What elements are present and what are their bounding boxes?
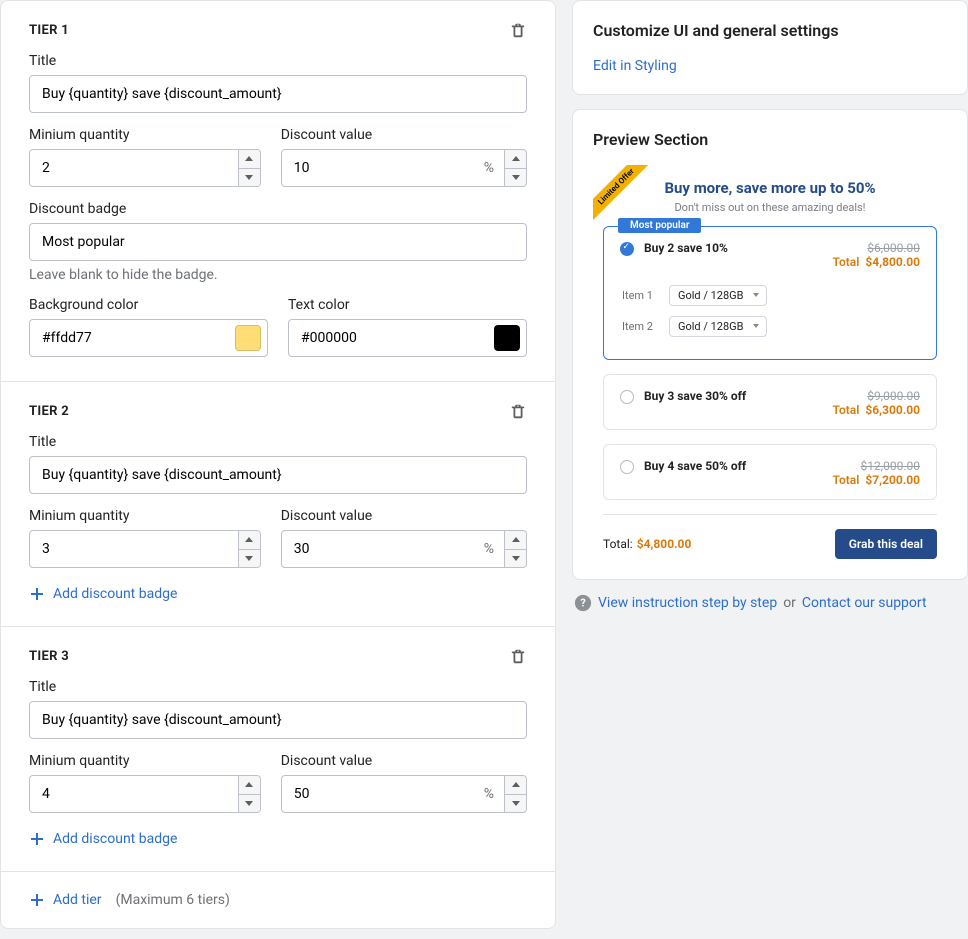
text-color-input[interactable] bbox=[288, 319, 527, 357]
preview-option-2[interactable]: Buy 3 save 30% off $9,000.00 Total$6,300… bbox=[603, 374, 937, 430]
discount-value-input[interactable]: % bbox=[281, 149, 527, 187]
option-total: $6,300.00 bbox=[865, 403, 920, 417]
title-label: Title bbox=[29, 53, 527, 69]
bg-color-label: Background color bbox=[29, 297, 268, 313]
plus-icon bbox=[29, 586, 45, 602]
plus-icon bbox=[29, 831, 45, 847]
help-icon: ? bbox=[574, 594, 592, 612]
spinner-up-icon[interactable] bbox=[505, 776, 526, 795]
badge-hint: Leave blank to hide the badge. bbox=[29, 267, 527, 283]
variant-select[interactable]: Gold / 128GB bbox=[669, 285, 767, 306]
tiers-footer: Add tier (Maximum 6 tiers) bbox=[1, 871, 555, 928]
preview-card: Preview Section Limited Offer Buy more, … bbox=[572, 109, 968, 580]
edit-styling-link[interactable]: Edit in Styling bbox=[593, 58, 677, 74]
spinner-up-icon[interactable] bbox=[239, 531, 260, 550]
spinner-down-icon[interactable] bbox=[505, 550, 526, 568]
color-swatch[interactable] bbox=[494, 325, 520, 351]
spinner-up-icon[interactable] bbox=[505, 531, 526, 550]
discount-value-label: Discount value bbox=[281, 127, 527, 143]
grab-deal-button[interactable]: Grab this deal bbox=[835, 529, 937, 559]
trash-icon[interactable] bbox=[509, 647, 527, 665]
tier-block-2: TIER 2 Title Minium quantity Discount va… bbox=[1, 381, 555, 626]
min-qty-label: Minium quantity bbox=[29, 127, 261, 143]
color-swatch[interactable] bbox=[235, 325, 261, 351]
discount-value-label: Discount value bbox=[281, 508, 527, 524]
preview-option-3[interactable]: Buy 4 save 50% off $12,000.00 Total$7,20… bbox=[603, 444, 937, 500]
customize-heading: Customize UI and general settings bbox=[593, 21, 947, 40]
option-strike: $6,000.00 bbox=[833, 241, 921, 255]
min-qty-label: Minium quantity bbox=[29, 508, 261, 524]
radio-icon bbox=[620, 390, 634, 404]
plus-icon bbox=[29, 892, 45, 908]
preview-badge: Most popular bbox=[618, 218, 701, 233]
option-label: Buy 3 save 30% off bbox=[644, 389, 823, 403]
badge-label: Discount badge bbox=[29, 201, 527, 217]
variant-select[interactable]: Gold / 128GB bbox=[669, 316, 767, 337]
title-input[interactable] bbox=[29, 75, 527, 113]
radio-icon bbox=[620, 460, 634, 474]
spinner-down-icon[interactable] bbox=[239, 169, 260, 187]
tier-heading: TIER 1 bbox=[29, 23, 69, 38]
spinner-down-icon[interactable] bbox=[505, 169, 526, 187]
title-label: Title bbox=[29, 434, 527, 450]
option-label: Buy 2 save 10% bbox=[644, 241, 823, 255]
radio-checked-icon bbox=[620, 242, 634, 256]
tier-block-1: TIER 1 Title Minium quantity Discount va… bbox=[1, 1, 555, 381]
min-qty-input[interactable] bbox=[29, 530, 261, 568]
trash-icon[interactable] bbox=[509, 21, 527, 39]
preview-heading: Preview Section bbox=[593, 130, 947, 149]
tiers-panel: TIER 1 Title Minium quantity Discount va… bbox=[0, 0, 556, 929]
option-total: $4,800.00 bbox=[865, 255, 920, 269]
option-strike: $9,000.00 bbox=[833, 389, 921, 403]
preview-item-row: Item 1 Gold / 128GB bbox=[622, 285, 920, 306]
option-strike: $12,000.00 bbox=[833, 459, 921, 473]
preview-footer-total: Total:$4,800.00 bbox=[603, 537, 691, 551]
discount-value-input[interactable]: % bbox=[281, 775, 527, 813]
add-discount-badge-button[interactable]: Add discount badge bbox=[29, 831, 527, 847]
max-tiers-text: (Maximum 6 tiers) bbox=[116, 892, 230, 908]
preview-box: Limited Offer Buy more, save more up to … bbox=[593, 165, 947, 559]
preview-item-row: Item 2 Gold / 128GB bbox=[622, 316, 920, 337]
help-row: ? View instruction step by step or Conta… bbox=[572, 594, 968, 612]
spinner-down-icon[interactable] bbox=[239, 550, 260, 568]
bg-color-input[interactable] bbox=[29, 319, 268, 357]
option-label: Buy 4 save 50% off bbox=[644, 459, 823, 473]
title-input[interactable] bbox=[29, 456, 527, 494]
spinner-down-icon[interactable] bbox=[505, 795, 526, 813]
svg-text:?: ? bbox=[580, 597, 585, 610]
spinner-up-icon[interactable] bbox=[239, 150, 260, 169]
spinner-up-icon[interactable] bbox=[505, 150, 526, 169]
preview-option-1[interactable]: Most popular Buy 2 save 10% $6,000.00 To… bbox=[603, 226, 937, 360]
discount-value-input[interactable]: % bbox=[281, 530, 527, 568]
badge-input[interactable] bbox=[29, 223, 527, 261]
customize-card: Customize UI and general settings Edit i… bbox=[572, 0, 968, 95]
text-color-label: Text color bbox=[288, 297, 527, 313]
add-tier-button[interactable]: Add tier bbox=[29, 892, 102, 908]
support-link[interactable]: Contact our support bbox=[802, 595, 927, 611]
min-qty-input[interactable] bbox=[29, 149, 261, 187]
add-discount-badge-button[interactable]: Add discount badge bbox=[29, 586, 527, 602]
spinner-down-icon[interactable] bbox=[239, 795, 260, 813]
title-label: Title bbox=[29, 679, 527, 695]
tier-heading: TIER 3 bbox=[29, 649, 69, 664]
tier-block-3: TIER 3 Title Minium quantity Discount va… bbox=[1, 626, 555, 871]
spinner-up-icon[interactable] bbox=[239, 776, 260, 795]
title-input[interactable] bbox=[29, 701, 527, 739]
min-qty-label: Minium quantity bbox=[29, 753, 261, 769]
option-total: $7,200.00 bbox=[865, 473, 920, 487]
discount-value-label: Discount value bbox=[281, 753, 527, 769]
trash-icon[interactable] bbox=[509, 402, 527, 420]
tier-heading: TIER 2 bbox=[29, 404, 69, 419]
instruction-link[interactable]: View instruction step by step bbox=[598, 595, 777, 611]
min-qty-input[interactable] bbox=[29, 775, 261, 813]
